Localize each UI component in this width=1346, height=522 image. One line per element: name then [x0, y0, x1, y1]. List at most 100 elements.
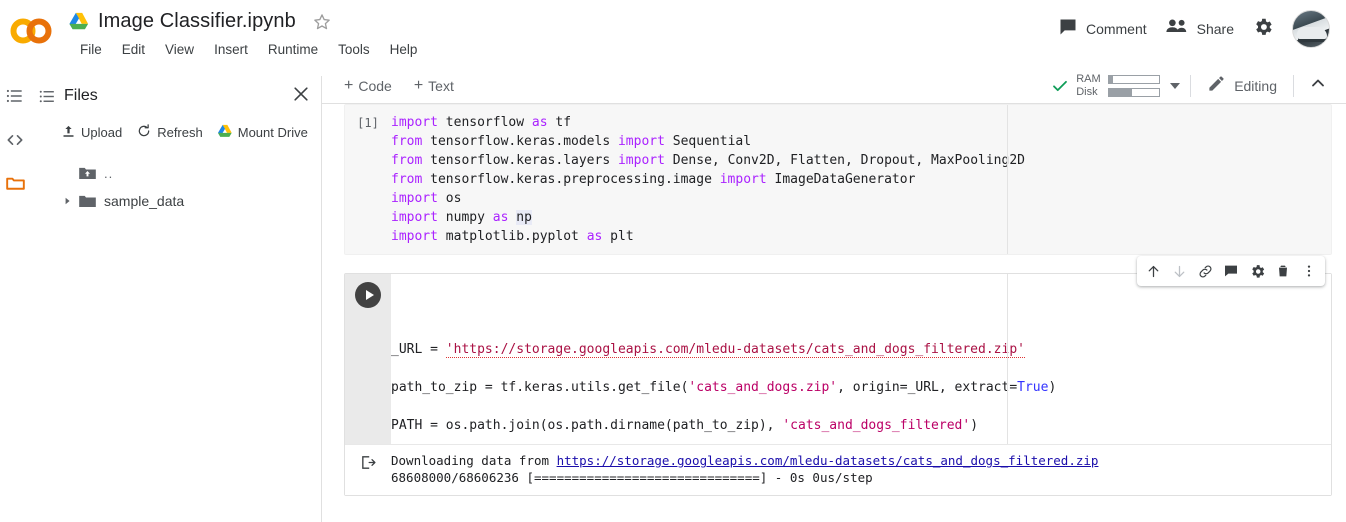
- cell-run-gutter: [345, 274, 391, 444]
- colab-logo[interactable]: [8, 14, 56, 48]
- plus-icon: +: [344, 76, 354, 94]
- disk-meter: [1108, 87, 1161, 97]
- files-panel-header: Files: [30, 76, 321, 116]
- menu-bar: File Edit View Insert Runtime Tools Help: [72, 40, 425, 59]
- share-button[interactable]: Share: [1165, 17, 1234, 41]
- delete-cell-button[interactable]: [1271, 259, 1295, 283]
- expand-triangle-icon[interactable]: [60, 197, 76, 205]
- add-text-label: Text: [428, 77, 454, 94]
- add-code-cell-button[interactable]: + Code: [334, 75, 402, 97]
- editing-mode-button[interactable]: Editing: [1201, 71, 1283, 101]
- code-line: import matplotlib.pyplot as plt: [391, 229, 634, 244]
- colab-app: Image Classifier.ipynb File Edit View In…: [0, 0, 1346, 522]
- cell-settings-button[interactable]: [1245, 259, 1269, 283]
- pencil-icon: [1207, 74, 1226, 98]
- upload-button[interactable]: Upload: [56, 121, 127, 145]
- mount-drive-label: Mount Drive: [237, 125, 308, 140]
- move-cell-up-button[interactable]: [1141, 259, 1165, 283]
- list-icon: [5, 86, 25, 111]
- menu-file[interactable]: File: [72, 40, 110, 59]
- notebook-area: [1] import tensorflow as tf from tensorfl…: [322, 104, 1346, 522]
- notebook-title-row: Image Classifier.ipynb: [68, 10, 332, 33]
- code-line: path_to_zip = tf.keras.utils.get_file('c…: [391, 380, 1057, 395]
- code-editor[interactable]: _URL = 'https://storage.googleapis.com/m…: [391, 274, 1331, 444]
- parent-dir-label: ..: [104, 165, 114, 181]
- drive-icon: [68, 12, 90, 32]
- list-item[interactable]: sample_data: [30, 187, 321, 215]
- folder-solid-icon: [76, 193, 98, 209]
- upload-label: Upload: [81, 125, 123, 140]
- folder-up-icon: [76, 165, 98, 181]
- code-line: import tensorflow as tf: [391, 115, 572, 130]
- disk-label: Disk: [1076, 85, 1098, 98]
- output-download-link[interactable]: https://storage.googleapis.com/mledu-dat…: [557, 453, 1099, 468]
- file-tree: .. sample_data: [30, 149, 321, 215]
- mount-drive-button[interactable]: Mount Drive: [212, 121, 313, 145]
- chevron-down-icon[interactable]: [1170, 82, 1181, 89]
- code-line: from tensorflow.keras.preprocessing.imag…: [391, 172, 916, 187]
- menu-tools[interactable]: Tools: [330, 40, 378, 59]
- menu-help[interactable]: Help: [382, 40, 426, 59]
- refresh-icon: [136, 123, 152, 142]
- ram-meter: [1108, 74, 1161, 84]
- sidebar-item-files[interactable]: [0, 164, 30, 208]
- code-cell-2[interactable]: _URL = 'https://storage.googleapis.com/m…: [344, 256, 1332, 496]
- code-line: _URL = 'https://storage.googleapis.com/m…: [391, 342, 1025, 358]
- editing-label: Editing: [1234, 77, 1277, 94]
- code-line: PATH = os.path.join(os.path.dirname(path…: [391, 418, 979, 433]
- avatar[interactable]: [1292, 10, 1330, 48]
- folder-label: sample_data: [104, 193, 185, 209]
- menu-insert[interactable]: Insert: [206, 40, 256, 59]
- green-check-icon: [1051, 77, 1069, 95]
- resource-meters: RAM Disk: [1076, 72, 1161, 98]
- share-label: Share: [1196, 21, 1234, 37]
- run-cell-button[interactable]: [355, 282, 381, 308]
- menu-edit[interactable]: Edit: [114, 40, 153, 59]
- comment-button[interactable]: Comment: [1058, 17, 1147, 42]
- files-actions: Upload Refresh Mount Drive: [30, 116, 321, 149]
- code-line: import numpy as np: [391, 210, 532, 225]
- menu-view[interactable]: View: [157, 40, 202, 59]
- cell-output: Downloading data from https://storage.go…: [345, 444, 1331, 495]
- resource-usage-button[interactable]: RAM Disk: [1051, 72, 1161, 98]
- code-cell-1[interactable]: [1] import tensorflow as tf from tensorfl…: [344, 104, 1332, 255]
- ram-label: RAM: [1076, 72, 1101, 85]
- code-editor[interactable]: import tensorflow as tf from tensorflow.k…: [391, 113, 1331, 246]
- star-outline-icon[interactable]: [312, 12, 332, 32]
- execution-count: [1]: [357, 116, 379, 130]
- output-text: Downloading data from https://storage.go…: [391, 445, 1331, 495]
- files-panel-title: Files: [64, 87, 98, 104]
- left-icon-rail: [0, 76, 30, 522]
- upload-icon: [61, 124, 76, 142]
- output-arrow-icon: [360, 454, 377, 495]
- link-to-cell-button[interactable]: [1193, 259, 1217, 283]
- sidebar-item-code-snippets[interactable]: [0, 120, 30, 164]
- code-line: import os: [391, 191, 462, 206]
- refresh-button[interactable]: Refresh: [131, 120, 208, 145]
- output-gutter: [345, 445, 391, 495]
- add-comment-button[interactable]: [1219, 259, 1243, 283]
- cell-toolbar: [1137, 256, 1325, 286]
- plus-icon: +: [413, 76, 424, 94]
- add-code-label: Code: [358, 77, 392, 94]
- sidebar-item-table-of-contents[interactable]: [0, 76, 30, 120]
- drive-icon: [217, 124, 233, 142]
- code-line: from tensorflow.keras.layers import Dens…: [391, 153, 1025, 168]
- comment-icon: [1058, 17, 1078, 42]
- close-icon[interactable]: [287, 80, 315, 113]
- chevron-up-icon[interactable]: [1304, 71, 1332, 100]
- top-right-actions: Comment Share: [1058, 10, 1330, 48]
- folder-icon: [5, 173, 26, 199]
- more-options-button[interactable]: [1297, 259, 1321, 283]
- settings-button[interactable]: [1252, 16, 1274, 43]
- column-ruler: [1007, 105, 1008, 254]
- move-cell-down-button[interactable]: [1167, 259, 1191, 283]
- page-title[interactable]: Image Classifier.ipynb: [98, 10, 296, 33]
- files-menu-icon[interactable]: [34, 87, 60, 106]
- menu-runtime[interactable]: Runtime: [260, 40, 326, 59]
- list-item[interactable]: ..: [30, 159, 321, 187]
- toolbar-divider: [1190, 74, 1192, 97]
- add-text-cell-button[interactable]: + Text: [404, 75, 464, 97]
